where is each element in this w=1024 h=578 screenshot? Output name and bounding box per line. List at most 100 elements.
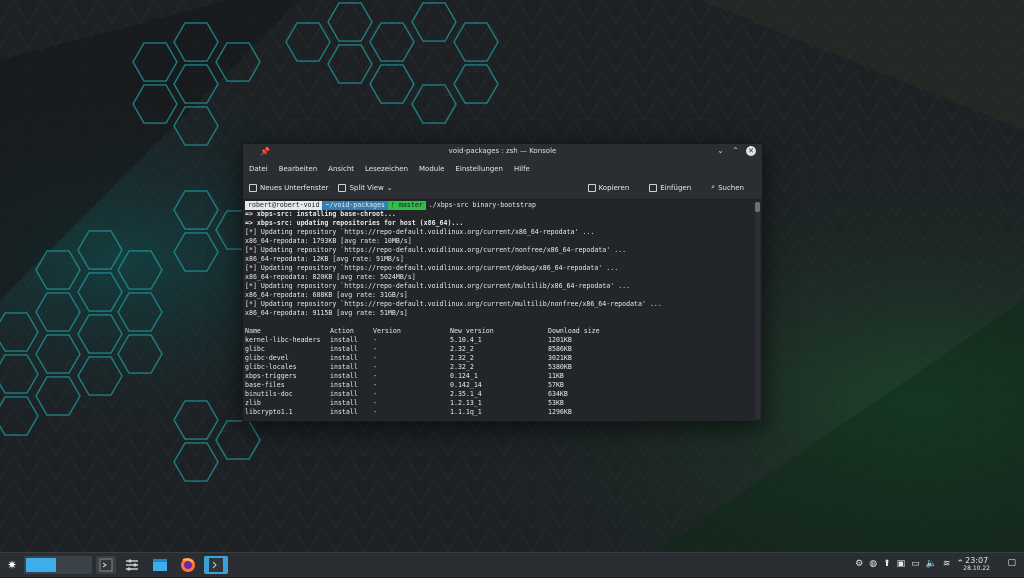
updates-icon[interactable]: ⬆ <box>883 559 891 569</box>
table-cell: - <box>373 381 377 389</box>
table-cell: 8586KB <box>548 345 572 353</box>
split-view-label: Split View <box>349 184 384 192</box>
virtual-desktop-pager[interactable] <box>24 556 92 574</box>
clipboard-icon[interactable]: ▣ <box>897 559 906 569</box>
table-cell: 53KB <box>548 399 564 407</box>
table-cell: 2.32_2 <box>450 363 474 371</box>
terminal-output-line: [*] Updating repository `https://repo-de… <box>245 282 631 290</box>
table-row: base-files install - 0.142_14 57KB <box>245 381 753 390</box>
table-row: libcrypto1.1 install - 1.1.1q_1 1296KB <box>245 408 753 417</box>
window-title: void-packages : zsh — Konsole <box>448 147 557 155</box>
prompt-git-branch: ᚠ master <box>388 201 426 210</box>
table-cell: - <box>373 408 377 416</box>
network-icon[interactable]: ≋ <box>943 559 951 569</box>
digital-clock[interactable]: 23:07 28.10.22 <box>963 556 990 572</box>
menu-ansicht[interactable]: Ansicht <box>328 165 354 173</box>
table-cell: install <box>330 363 358 371</box>
file-manager-launcher-icon[interactable] <box>150 556 170 574</box>
clock-date: 28.10.22 <box>963 565 990 572</box>
table-cell: glibc-locales <box>245 363 297 371</box>
table-cell: install <box>330 345 358 353</box>
table-cell: Download size <box>548 327 600 335</box>
table-cell: glibc-devel <box>245 354 289 362</box>
shell-prompt: robert@robert-void ~/void-packages ᚠ mas… <box>245 201 753 210</box>
table-cell: - <box>373 372 377 380</box>
taskbar: ✷ ⚙ ◍ ⬆ ▣ ▭ 🔈 ≋ ⌃ 23:07 28.10.22 ▢ <box>0 552 1024 577</box>
new-tab-label: Neues Unterfenster <box>260 184 329 192</box>
kde-launcher-icon[interactable]: ✷ <box>4 556 20 574</box>
paste-icon <box>649 183 658 192</box>
menu-bearbeiten[interactable]: Bearbeiten <box>279 165 317 173</box>
menu-einstellungen[interactable]: Einstellungen <box>455 165 502 173</box>
copy-button[interactable]: Kopieren <box>587 183 629 192</box>
table-cell: 634KB <box>548 390 568 398</box>
paste-label: Einfügen <box>660 183 692 192</box>
table-cell: New version <box>450 327 494 335</box>
table-cell: xbps-triggers <box>245 372 297 380</box>
table-row: xbps-triggers install - 0.124_1 11KB <box>245 372 753 381</box>
clock-time: 23:07 <box>965 556 989 565</box>
paste-button[interactable]: Einfügen <box>649 183 691 192</box>
table-cell: Version <box>373 327 401 335</box>
new-tab-button[interactable]: Neues Unterfenster <box>249 184 328 192</box>
table-cell: - <box>373 399 377 407</box>
konsole-window[interactable]: 📌 void-packages : zsh — Konsole ⌄ ⌃ ✕ Da… <box>242 143 763 422</box>
table-cell: 57KB <box>548 381 564 389</box>
table-row: kernel-libc-headers install - 5.10.4_1 1201K… <box>245 336 753 345</box>
terminal-output-line: [*] Updating repository `https://repo-de… <box>245 228 595 236</box>
settings-launcher-icon[interactable] <box>122 556 142 574</box>
terminal-output-line: x86_64-repodata: 688KB [avg rate: 31GB/s… <box>245 291 408 299</box>
table-cell: install <box>330 381 358 389</box>
table-cell: install <box>330 408 358 416</box>
media-icon[interactable]: ◍ <box>869 559 877 569</box>
menu-bar: Datei Bearbeiten Ansicht Lesezeichen Mod… <box>243 161 762 177</box>
table-cell: binutils-doc <box>245 390 293 398</box>
menu-module[interactable]: Module <box>419 165 444 173</box>
table-cell: 3021KB <box>548 354 572 362</box>
terminal-output-line: x86_64-repodata: 12KB [avg rate: 91MB/s] <box>245 255 404 263</box>
window-titlebar[interactable]: 📌 void-packages : zsh — Konsole ⌄ ⌃ ✕ <box>243 144 762 161</box>
table-cell: install <box>330 372 358 380</box>
table-cell: install <box>330 390 358 398</box>
firefox-launcher-icon[interactable] <box>178 556 198 574</box>
notifications-icon[interactable]: ⚙ <box>855 559 863 569</box>
search-button[interactable]: ⌕ Suchen <box>711 183 744 192</box>
table-cell: Name <box>245 327 261 335</box>
prompt-path: ~/void-packages <box>322 201 389 210</box>
terminal-view[interactable]: robert@robert-void ~/void-packages ᚠ mas… <box>243 200 755 421</box>
split-view-button[interactable]: Split View ⌄ <box>338 184 393 192</box>
terminal-output-line: x86_64-repodata: 820KB [avg rate: 5024MB… <box>245 273 416 281</box>
table-cell: 5.10.4_1 <box>450 336 482 344</box>
battery-icon[interactable]: ▭ <box>911 559 920 569</box>
table-cell: install <box>330 354 358 362</box>
table-cell: 1296KB <box>548 408 572 416</box>
git-branch-name: master <box>398 201 423 209</box>
table-cell: 1.2.13_1 <box>450 399 482 407</box>
table-cell: 2.32_2 <box>450 345 474 353</box>
table-cell: - <box>373 336 377 344</box>
table-cell: 1201KB <box>548 336 572 344</box>
konsole-toolbar: Neues Unterfenster Split View ⌄ Kopieren… <box>243 177 762 200</box>
peek-desktop-icon[interactable]: ▢ <box>1007 558 1016 568</box>
table-cell: 1.1.1q_1 <box>450 408 482 416</box>
close-icon[interactable]: ✕ <box>746 146 756 156</box>
table-cell: - <box>373 363 377 371</box>
volume-icon[interactable]: 🔈 <box>926 559 937 569</box>
maximize-icon[interactable]: ⌃ <box>731 146 740 156</box>
table-row: glibc-devel install - 2.32_2 3021KB <box>245 354 753 363</box>
terminal-scrollbar[interactable] <box>755 202 760 419</box>
menu-hilfe[interactable]: Hilfe <box>514 165 530 173</box>
menu-datei[interactable]: Datei <box>249 165 268 173</box>
new-tab-icon <box>249 184 257 192</box>
table-cell: 11KB <box>548 372 564 380</box>
scrollbar-thumb[interactable] <box>755 202 760 212</box>
menu-lesezeichen[interactable]: Lesezeichen <box>365 165 408 173</box>
minimize-icon[interactable]: ⌄ <box>716 146 725 156</box>
terminal-launcher-icon[interactable] <box>96 556 116 574</box>
konsole-task-button[interactable] <box>204 556 228 574</box>
table-cell: base-files <box>245 381 285 389</box>
table-cell: 0.124_1 <box>450 372 478 380</box>
table-cell: - <box>373 354 377 362</box>
virtual-desktop-1[interactable] <box>26 558 56 572</box>
table-cell: 0.142_14 <box>450 381 482 389</box>
